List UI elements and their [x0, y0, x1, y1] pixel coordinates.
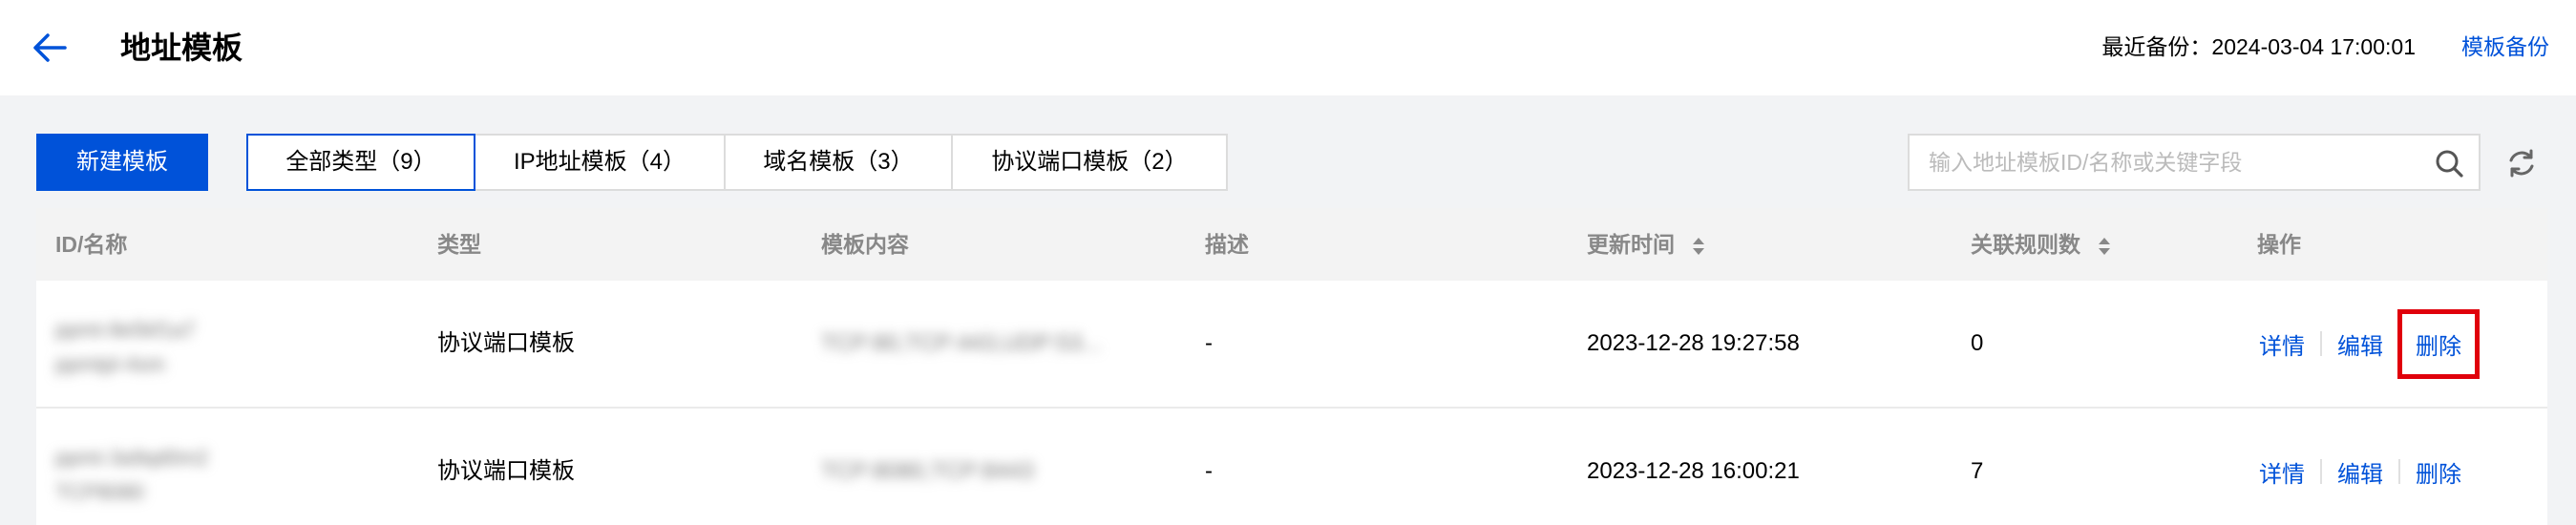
last-backup-label: 最近备份：2024-03-04 17:00:01 — [2101, 34, 2416, 59]
template-type: 协议端口模板 — [437, 330, 575, 356]
template-backup-link[interactable]: 模板备份 — [2461, 30, 2549, 64]
search-input[interactable] — [1929, 136, 2425, 189]
divider — [2398, 331, 2400, 356]
template-related-rules: 0 — [1971, 330, 1984, 356]
column-header-type: 类型 — [437, 232, 481, 257]
divider — [2398, 459, 2400, 484]
template-content: TCP:8080,TCP:8443 — [821, 458, 1034, 484]
template-id[interactable]: ppmt-3a9qd0m2 — [55, 441, 208, 475]
column-header-updated-time-label: 更新时间 — [1587, 232, 1675, 257]
details-link[interactable]: 详情 — [2259, 455, 2305, 489]
template-content: TCP:80,TCP:443,UDP:53... — [821, 330, 1102, 356]
column-header-description: 描述 — [1205, 232, 1249, 257]
template-table: ID/名称 类型 模板内容 描述 更新时间 关联规则数 操作 ppmt-8e5k… — [36, 208, 2547, 525]
edit-link[interactable]: 编辑 — [2337, 455, 2383, 489]
template-description: - — [1205, 330, 1213, 356]
tab-all-types[interactable]: 全部类型（9） — [246, 134, 475, 191]
type-filter-tabs: 全部类型（9） IP地址模板（4） 域名模板（3） 协议端口模板（2） — [246, 134, 1228, 191]
column-header-actions: 操作 — [2257, 232, 2301, 257]
column-header-id-name: ID/名称 — [55, 232, 128, 257]
column-header-updated-time: 更新时间 — [1587, 208, 1705, 281]
column-header-related-rules: 关联规则数 — [1971, 208, 2111, 281]
template-description: - — [1205, 458, 1213, 484]
template-related-rules: 7 — [1971, 458, 1984, 484]
template-name: ppmtpl-4sm — [55, 352, 165, 376]
page-header: 地址模板 最近备份：2024-03-04 17:00:01 模板备份 — [0, 0, 2576, 95]
template-type: 协议端口模板 — [437, 458, 575, 484]
toolbar: 新建模板 全部类型（9） IP地址模板（4） 域名模板（3） 协议端口模板（2） — [0, 134, 2576, 191]
template-updated-time: 2023-12-28 19:27:58 — [1587, 330, 1800, 356]
delete-link[interactable]: 删除 — [2416, 455, 2461, 489]
details-link[interactable]: 详情 — [2259, 327, 2305, 361]
delete-link[interactable]: 删除 — [2397, 308, 2480, 379]
row-actions: 详情 编辑 删除 — [2259, 409, 2461, 525]
page-title: 地址模板 — [120, 31, 243, 65]
tab-protocol-port-template[interactable]: 协议端口模板（2） — [953, 134, 1228, 191]
table-row: ppmt-8e5kf1a7 ppmtpl-4sm 协议端口模板 TCP:80,T… — [36, 281, 2547, 409]
column-header-related-rules-label: 关联规则数 — [1971, 232, 2080, 257]
table-header: ID/名称 类型 模板内容 描述 更新时间 关联规则数 操作 — [36, 208, 2547, 281]
divider — [2320, 459, 2322, 484]
template-id-name[interactable]: ppmt-8e5kf1a7 ppmtpl-4sm — [55, 313, 196, 382]
edit-link[interactable]: 编辑 — [2337, 327, 2383, 361]
row-actions: 详情 编辑 删除 — [2259, 281, 2480, 407]
new-template-button[interactable]: 新建模板 — [36, 134, 208, 191]
search-icon[interactable] — [2435, 149, 2463, 178]
column-header-content: 模板内容 — [821, 232, 909, 257]
tab-ip-address-template[interactable]: IP地址模板（4） — [475, 134, 726, 191]
template-name: TCP8080 — [55, 480, 144, 504]
tab-domain-template[interactable]: 域名模板（3） — [726, 134, 953, 191]
sort-icon[interactable] — [2098, 236, 2111, 257]
template-id[interactable]: ppmt-8e5kf1a7 — [55, 313, 196, 347]
arrow-left-icon[interactable] — [32, 32, 67, 63]
template-updated-time: 2023-12-28 16:00:21 — [1587, 458, 1800, 484]
search-box — [1908, 134, 2481, 191]
divider — [2320, 331, 2322, 356]
sort-icon[interactable] — [1692, 236, 1705, 257]
template-id-name[interactable]: ppmt-3a9qd0m2 TCP8080 — [55, 441, 208, 510]
table-row: ppmt-3a9qd0m2 TCP8080 协议端口模板 TCP:8080,TC… — [36, 409, 2547, 525]
refresh-icon[interactable] — [2505, 147, 2538, 179]
